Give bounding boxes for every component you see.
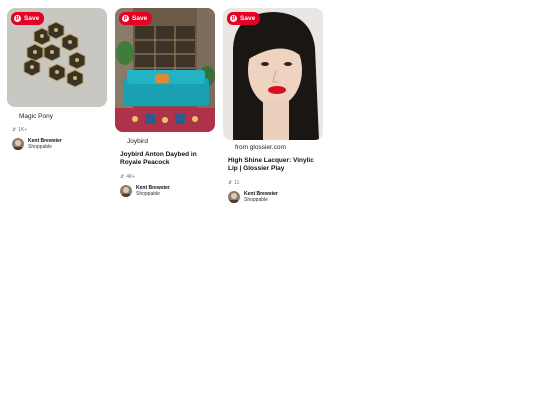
save-button[interactable]: p Save: [11, 12, 45, 25]
pin-card[interactable]: p Save from glossier.com High Shine Lacq…: [223, 8, 323, 203]
pin-author[interactable]: Kent Brewster Shoppable: [12, 138, 107, 150]
pin-stat-icon: ⇵: [120, 174, 125, 180]
avatar: [12, 138, 24, 150]
pin-source[interactable]: from glossier.com: [235, 144, 323, 151]
portrait-image: [223, 8, 323, 140]
pin-source[interactable]: Joybird: [127, 138, 215, 145]
pin-image-daybed[interactable]: p Save: [115, 8, 215, 132]
pin-title[interactable]: Joybird Anton Daybed in Royale Peacock: [120, 151, 214, 167]
pin-image-coasters[interactable]: p Save: [7, 8, 107, 107]
pinterest-p-icon: p: [230, 15, 237, 22]
pin-author[interactable]: Kent Brewster Shoppable: [228, 191, 323, 203]
daybed-image: [115, 8, 215, 132]
save-button[interactable]: p Save: [119, 12, 153, 25]
pin-author[interactable]: Kent Brewster Shoppable: [120, 185, 215, 197]
pin-stat: ⇵ 4K+: [120, 174, 136, 180]
author-subtitle: Shoppable: [136, 191, 160, 197]
pin-title[interactable]: High Shine Lacquer: Vinylic Lip | Glossi…: [228, 157, 322, 173]
avatar: [228, 191, 240, 203]
pin-source[interactable]: Magic Pony: [19, 113, 107, 120]
pin-stat-icon: ⇵: [228, 180, 233, 186]
pin-stat: ⇵ 11: [228, 180, 240, 186]
pin-card[interactable]: p Save Joybird Joybird Anton Daybed in R…: [115, 8, 215, 197]
pinterest-p-icon: p: [122, 15, 129, 22]
author-subtitle: Shoppable: [244, 197, 268, 203]
pin-grid: p Save Magic Pony ⇵ 1K+ Kent Brewster Sh…: [0, 0, 540, 405]
pin-stat-icon: ⇵: [12, 127, 17, 133]
author-subtitle: Shoppable: [28, 144, 52, 150]
pin-card[interactable]: p Save Magic Pony ⇵ 1K+ Kent Brewster Sh…: [7, 8, 107, 150]
save-label: Save: [240, 15, 256, 22]
avatar: [120, 185, 132, 197]
pin-stat: ⇵ 1K+: [12, 127, 28, 133]
pin-image-portrait[interactable]: p Save: [223, 8, 323, 140]
save-label: Save: [132, 15, 148, 22]
pinterest-p-icon: p: [14, 15, 21, 22]
save-button[interactable]: p Save: [227, 12, 261, 25]
save-label: Save: [24, 15, 40, 22]
